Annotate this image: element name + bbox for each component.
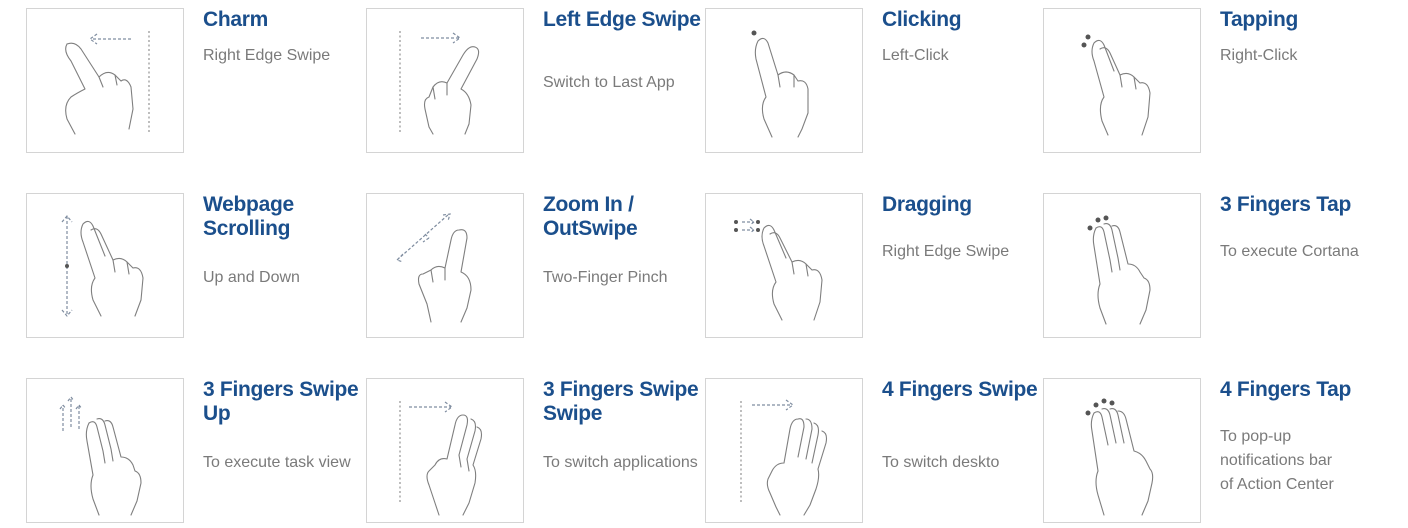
two-finger-scroll-icon	[26, 193, 184, 338]
gesture-title: Clicking	[882, 8, 962, 31]
pinch-zoom-icon	[366, 193, 524, 338]
three-finger-tap-icon	[1043, 193, 1201, 338]
gesture-description: To pop-up notifications bar of Action Ce…	[1220, 428, 1334, 493]
gesture-three-finger-swipe-up: 3 Fingers Swipe Up To execute task view	[26, 378, 361, 528]
gesture-title: 3 Fingers Tap	[1220, 193, 1352, 216]
gesture-description: Right Edge Swipe	[203, 47, 331, 64]
gesture-title: 4 Fingers Swipe	[882, 378, 1038, 401]
gesture-description: Up and Down	[203, 269, 300, 286]
gesture-description: To switch deskto	[882, 454, 1000, 471]
gesture-description: To execute task view	[203, 454, 351, 471]
gesture-charm: Charm Right Edge Swipe	[26, 8, 361, 158]
gesture-title: Zoom In / OutSwipe	[543, 193, 638, 240]
gesture-description: Right-Click	[1220, 47, 1298, 64]
gesture-title: Tapping	[1220, 8, 1298, 31]
gesture-title: Left Edge Swipe	[543, 8, 701, 31]
gesture-description: Left-Click	[882, 47, 949, 64]
gesture-title: 3 Fingers Swipe Up	[203, 378, 359, 425]
gesture-three-finger-tap: 3 Fingers Tap To execute Cortana	[1043, 193, 1378, 343]
gesture-title: Dragging	[882, 193, 972, 216]
gesture-description: Right Edge Swipe	[882, 243, 1010, 260]
gesture-three-finger-swipe: 3 Fingers Swipe Swipe To switch applicat…	[366, 378, 701, 528]
two-finger-tap-icon	[1043, 8, 1201, 153]
right-edge-swipe-icon	[26, 8, 184, 153]
gesture-zoom: Zoom In / OutSwipe Two-Finger Pinch	[366, 193, 701, 343]
gesture-title: Webpage Scrolling	[203, 193, 294, 240]
gesture-description: Switch to Last App	[543, 74, 675, 91]
four-finger-swipe-icon	[705, 378, 863, 523]
gesture-description: To execute Cortana	[1220, 243, 1359, 260]
gesture-four-finger-tap: 4 Fingers Tap To pop-up notifications ba…	[1043, 378, 1378, 528]
four-finger-tap-icon	[1043, 378, 1201, 523]
two-finger-drag-icon	[705, 193, 863, 338]
gesture-description: Two-Finger Pinch	[543, 269, 668, 286]
gesture-clicking: Clicking Left-Click	[705, 8, 1040, 158]
gesture-title: 4 Fingers Tap	[1220, 378, 1352, 401]
gesture-title: 3 Fingers Swipe Swipe	[543, 378, 699, 425]
gesture-four-finger-swipe: 4 Fingers Swipe To switch deskto	[705, 378, 1040, 528]
three-finger-swipe-up-icon	[26, 378, 184, 523]
left-edge-swipe-icon	[366, 8, 524, 153]
gesture-tapping: Tapping Right-Click	[1043, 8, 1378, 158]
gesture-left-edge-swipe: Left Edge Swipe Switch to Last App	[366, 8, 701, 158]
one-finger-click-icon	[705, 8, 863, 153]
gesture-webpage-scrolling: Webpage Scrolling Up and Down	[26, 193, 361, 343]
gesture-title: Charm	[203, 8, 269, 31]
gesture-dragging: Dragging Right Edge Swipe	[705, 193, 1040, 343]
three-finger-swipe-icon	[366, 378, 524, 523]
gesture-description: To switch applications	[543, 454, 698, 471]
